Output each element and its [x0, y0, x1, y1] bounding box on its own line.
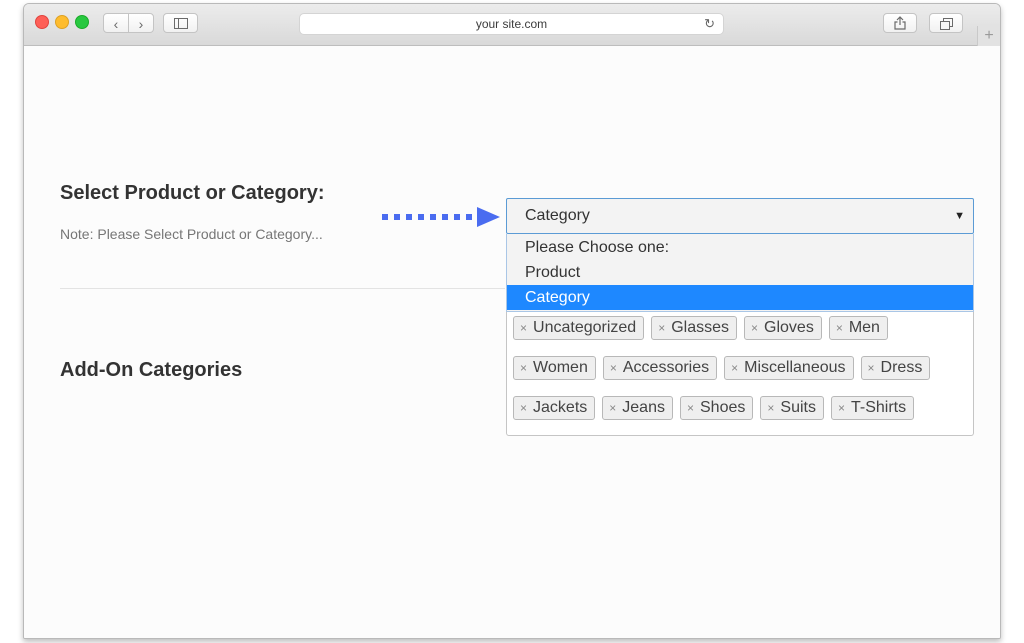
navigation-buttons: ‹ › [103, 13, 155, 33]
tag-label: Uncategorized [533, 319, 637, 336]
select-value: Category [525, 207, 590, 224]
tag-chip: × Shoes [679, 396, 754, 420]
tag-label: Women [533, 359, 588, 376]
tag-label: Miscellaneous [744, 359, 846, 376]
caret-down-icon: ▼ [954, 210, 965, 222]
select-options-list: Please Choose one: Product Category [506, 234, 974, 312]
remove-tag-icon[interactable]: × [751, 321, 758, 335]
option-product[interactable]: Product [507, 260, 973, 285]
tag-chip: × Miscellaneous [724, 356, 854, 380]
plus-icon: + [984, 27, 994, 44]
remove-tag-icon[interactable]: × [838, 401, 845, 415]
tabs-overview-button[interactable] [929, 13, 963, 33]
minimize-window-button[interactable] [55, 15, 69, 29]
remove-tag-icon[interactable]: × [836, 321, 843, 335]
tag-chip: × Jackets [513, 396, 596, 420]
remove-tag-icon[interactable]: × [658, 321, 665, 335]
tag-label: Men [848, 319, 880, 336]
chevron-right-icon: › [138, 16, 144, 32]
tag-chip: × Jeans [602, 396, 673, 420]
option-category[interactable]: Category [507, 285, 973, 310]
share-button[interactable] [883, 13, 917, 33]
addon-categories-heading: Add-On Categories [60, 359, 243, 381]
tag-label: Jeans [622, 399, 665, 416]
remove-tag-icon[interactable]: × [520, 361, 527, 375]
select-heading: Select Product or Category: [60, 182, 325, 204]
tag-chip: × Dress [860, 356, 931, 380]
remove-tag-icon[interactable]: × [868, 361, 875, 375]
tag-label: T-Shirts [850, 399, 907, 416]
forward-button[interactable]: › [128, 13, 154, 33]
remove-tag-icon[interactable]: × [687, 401, 694, 415]
tag-row: × Uncategorized × Glasses × Gloves × Men [513, 316, 888, 340]
tag-chip: × T-Shirts [830, 396, 915, 420]
tag-label: Shoes [700, 399, 746, 416]
close-window-button[interactable] [35, 15, 49, 29]
zoom-window-button[interactable] [75, 15, 89, 29]
remove-tag-icon[interactable]: × [609, 401, 616, 415]
remove-tag-icon[interactable]: × [767, 401, 774, 415]
dotted-arrow-icon [382, 207, 500, 227]
url-text: your site.com [475, 17, 548, 31]
tag-label: Accessories [622, 359, 710, 376]
tag-label: Glasses [671, 319, 729, 336]
tag-label: Gloves [764, 319, 814, 336]
addon-categories-multiselect[interactable]: × Uncategorized × Glasses × Gloves × Men × Wo… [506, 312, 974, 436]
remove-tag-icon[interactable]: × [520, 401, 527, 415]
remove-tag-icon[interactable]: × [731, 361, 738, 375]
remove-tag-icon[interactable]: × [610, 361, 617, 375]
tag-chip: × Accessories [602, 356, 718, 380]
address-bar[interactable]: your site.com ↻ [299, 13, 724, 35]
tag-row: × Jackets × Jeans × Shoes × Suits × T-Shirts [513, 396, 915, 420]
divider [60, 288, 505, 289]
tag-chip: × Uncategorized [513, 316, 645, 340]
page-content: Select Product or Category: Note: Please… [24, 46, 1000, 638]
reload-icon[interactable]: ↻ [704, 14, 715, 34]
tag-chip: × Suits [760, 396, 824, 420]
option-please-choose[interactable]: Please Choose one: [507, 235, 973, 260]
sidebar-toggle-button[interactable] [163, 13, 198, 33]
chevron-left-icon: ‹ [113, 16, 119, 32]
tag-chip: × Women [513, 356, 596, 380]
browser-window: ‹ › your site.com ↻ + Select Product or … [23, 3, 1001, 639]
browser-toolbar: ‹ › your site.com ↻ + [24, 4, 1000, 46]
product-category-select[interactable]: Category ▼ [506, 198, 974, 234]
tag-label: Jackets [533, 399, 588, 416]
tag-label: Dress [880, 359, 923, 376]
tag-row: × Women × Accessories × Miscellaneous × Dres… [513, 356, 931, 380]
back-button[interactable]: ‹ [103, 13, 129, 33]
select-note: Note: Please Select Product or Category.… [60, 226, 323, 242]
new-tab-button[interactable]: + [977, 26, 1000, 46]
tag-label: Suits [780, 399, 816, 416]
tag-chip: × Gloves [744, 316, 822, 340]
tag-chip: × Men [828, 316, 888, 340]
share-icon [894, 16, 906, 30]
tag-chip: × Glasses [651, 316, 737, 340]
sidebar-icon [173, 18, 188, 29]
remove-tag-icon[interactable]: × [520, 321, 527, 335]
tabs-icon [939, 18, 953, 30]
